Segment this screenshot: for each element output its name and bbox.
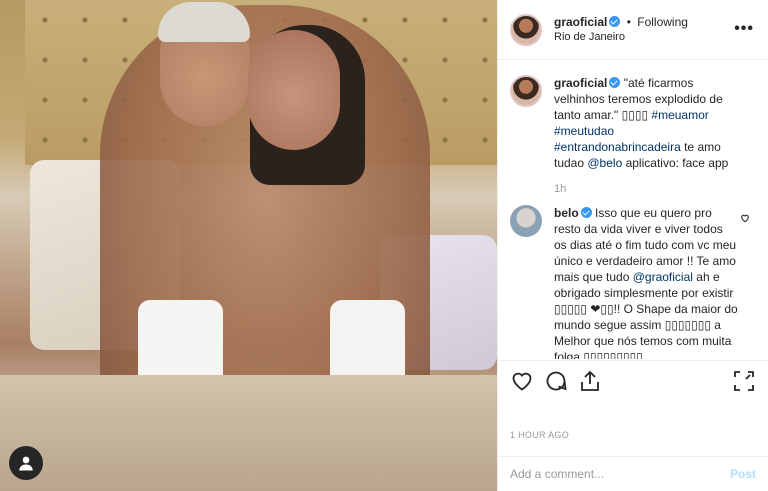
caption-emoji: ▯▯▯▯ [621, 108, 649, 122]
mention-link[interactable]: @graoficial [633, 270, 693, 284]
comment: belo Isso que eu quero pro resto da vida… [510, 205, 756, 359]
post-sidebar: graoficial • Following Rio de Janeiro ••… [497, 0, 768, 491]
bed-sheet [0, 375, 497, 491]
verified-badge-icon [609, 15, 621, 27]
caption-username[interactable]: graoficial [554, 76, 607, 90]
caption-text-3: aplicativo: face app [622, 156, 729, 170]
action-bar [498, 360, 768, 400]
caption-time[interactable]: 1h [554, 183, 756, 195]
following-button[interactable]: Following [637, 15, 688, 29]
caption-avatar[interactable] [510, 75, 542, 107]
hashtag-link[interactable]: #meutudao [554, 124, 614, 138]
like-comment-heart-icon[interactable] [740, 213, 750, 223]
post-header: graoficial • Following Rio de Janeiro ••… [498, 0, 768, 60]
tagged-user-icon[interactable] [9, 446, 43, 480]
caption-text: graoficial "até ficarmos velhinhos terem… [554, 75, 756, 171]
hashtag-link[interactable]: #entrandonabrincadeira [554, 140, 681, 154]
author-avatar[interactable] [510, 13, 542, 46]
man-hair [158, 2, 250, 42]
separator: • [626, 14, 631, 29]
header-info: graoficial • Following Rio de Janeiro [554, 15, 688, 45]
location-link[interactable]: Rio de Janeiro [554, 30, 688, 45]
like-heart-icon[interactable] [510, 369, 534, 393]
commenter-avatar[interactable] [510, 205, 542, 237]
hashtag-link[interactable]: #meuamor [651, 108, 708, 122]
comment-bubble-icon[interactable] [544, 369, 568, 393]
comment-text: belo Isso que eu quero pro resto da vida… [554, 205, 756, 359]
caption: graoficial "até ficarmos velhinhos terem… [510, 75, 756, 171]
share-icon[interactable] [578, 369, 602, 393]
woman-head [248, 30, 340, 150]
more-options-icon[interactable]: ••• [734, 20, 754, 38]
post-photo[interactable] [0, 0, 497, 491]
mention-link[interactable]: @belo [587, 156, 622, 170]
add-comment-bar: Post [498, 456, 768, 491]
post-button[interactable]: Post [730, 467, 756, 481]
post-timestamp: 1 HOUR AGO [510, 430, 570, 440]
verified-badge-icon [609, 77, 621, 88]
verified-badge-icon [580, 207, 592, 218]
commenter-username[interactable]: belo [554, 206, 579, 220]
save-bookmark-icon[interactable] [732, 369, 756, 393]
author-username[interactable]: graoficial [554, 15, 607, 29]
comment-input[interactable] [510, 467, 730, 481]
comments-area: graoficial "até ficarmos velhinhos terem… [498, 61, 768, 359]
